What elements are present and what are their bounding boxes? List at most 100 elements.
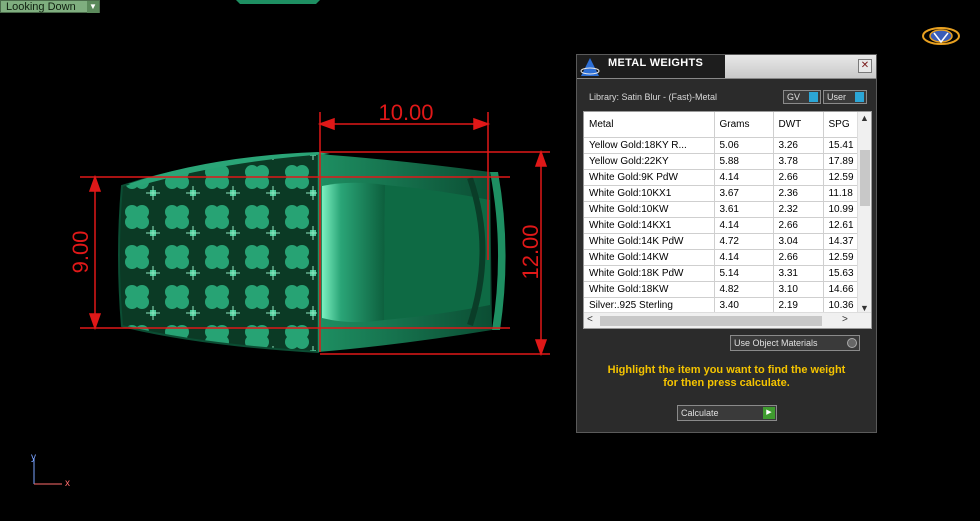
cell-metal[interactable]: White Gold:10KW	[584, 201, 715, 218]
cell-grams[interactable]: 5.14	[714, 265, 774, 282]
table-vertical-scrollbar[interactable]: ▲ ▼	[857, 112, 871, 314]
table-row[interactable]: White Gold:18KW 4.82 3.10 14.66	[584, 281, 860, 298]
app-logo-icon[interactable]	[921, 25, 961, 47]
column-header-grams[interactable]: Grams	[714, 112, 774, 138]
cell-spg[interactable]: 12.59	[823, 169, 860, 186]
cell-dwt[interactable]: 2.66	[773, 169, 824, 186]
close-icon[interactable]: ✕	[858, 59, 872, 73]
scroll-up-icon[interactable]: ▲	[860, 113, 869, 123]
cell-dwt[interactable]: 2.36	[773, 185, 824, 202]
viewport-view-selector[interactable]: Looking Down ▼	[0, 0, 100, 13]
cell-grams[interactable]: 3.61	[714, 201, 774, 218]
cell-metal[interactable]: Yellow Gold:18KY R...	[584, 137, 715, 154]
cell-spg[interactable]: 11.18	[823, 185, 860, 202]
partial-object-top	[236, 0, 320, 4]
cell-spg[interactable]: 15.63	[823, 265, 860, 282]
cell-dwt[interactable]: 2.66	[773, 249, 824, 266]
calculate-button[interactable]: Calculate ▶	[677, 405, 777, 421]
cell-dwt[interactable]: 3.04	[773, 233, 824, 250]
cell-dwt[interactable]: 3.10	[773, 281, 824, 298]
cell-metal[interactable]: Yellow Gold:22KY	[584, 153, 715, 170]
table-row[interactable]: White Gold:18K PdW 5.14 3.31 15.63	[584, 265, 860, 282]
scroll-left-icon[interactable]: <	[587, 314, 593, 325]
cell-spg[interactable]: 14.37	[823, 233, 860, 250]
cell-metal[interactable]: White Gold:14K PdW	[584, 233, 715, 250]
table-row[interactable]: Yellow Gold:22KY 5.88 3.78 17.89	[584, 153, 860, 170]
ring-face-patterned	[119, 154, 318, 352]
cell-dwt[interactable]: 2.19	[773, 297, 824, 314]
dimension-9-label: 9.00	[68, 231, 93, 274]
table-horizontal-scrollbar[interactable]: < >	[584, 312, 871, 328]
user-toggle-label: User	[827, 92, 847, 102]
cell-grams[interactable]: 4.72	[714, 233, 774, 250]
cell-grams[interactable]: 4.14	[714, 249, 774, 266]
panel-app-icon	[580, 58, 600, 76]
table-header-row: Metal Grams DWT SPG	[584, 112, 860, 138]
ring-shank-right	[490, 172, 506, 330]
cell-spg[interactable]: 10.36	[823, 297, 860, 314]
panel-title: METAL WEIGHTS	[608, 57, 704, 69]
table-row[interactable]: White Gold:14KX1 4.14 2.66 12.61	[584, 217, 860, 234]
play-icon[interactable]: ▶	[763, 407, 775, 419]
cell-dwt[interactable]: 3.31	[773, 265, 824, 282]
axis-x-label: x	[65, 478, 70, 489]
library-label: Library: Satin Blur - (Fast)-Metal	[589, 92, 718, 102]
vertical-scroll-thumb[interactable]	[860, 150, 870, 206]
dimension-10-label: 10.00	[378, 100, 433, 125]
metal-weights-table[interactable]: Metal Grams DWT SPG Yellow Gold:18KY R..…	[583, 111, 872, 329]
viewport-view-label: Looking Down	[6, 1, 76, 13]
cell-dwt[interactable]: 2.32	[773, 201, 824, 218]
table-row[interactable]: White Gold:14K PdW 4.72 3.04 14.37	[584, 233, 860, 250]
table-row[interactable]: White Gold:9K PdW 4.14 2.66 12.59	[584, 169, 860, 186]
cell-grams[interactable]: 5.88	[714, 153, 774, 170]
gv-toggle-label: GV	[787, 92, 801, 102]
cell-dwt[interactable]: 2.66	[773, 217, 824, 234]
cell-metal[interactable]: White Gold:9K PdW	[584, 169, 715, 186]
use-object-materials-label: Use Object Materials	[734, 338, 818, 348]
viewport-dropdown-icon[interactable]: ▼	[87, 1, 99, 13]
radio-icon[interactable]	[847, 338, 857, 348]
cell-spg[interactable]: 17.89	[823, 153, 860, 170]
cell-spg[interactable]: 14.66	[823, 281, 860, 298]
column-header-metal[interactable]: Metal	[584, 112, 715, 138]
cell-spg[interactable]: 12.59	[823, 249, 860, 266]
instruction-line-1: Highlight the item you want to find the …	[607, 364, 846, 376]
panel-titlebar[interactable]: METAL WEIGHTS ✕	[577, 55, 876, 79]
cell-metal[interactable]: White Gold:18K PdW	[584, 265, 715, 282]
horizontal-scroll-thumb[interactable]	[600, 316, 822, 326]
column-header-dwt[interactable]: DWT	[773, 112, 824, 138]
cell-metal[interactable]: White Gold:10KX1	[584, 185, 715, 202]
table-row[interactable]: Yellow Gold:18KY R... 5.06 3.26 15.41	[584, 137, 860, 154]
user-toggle[interactable]: User	[823, 90, 867, 104]
cell-dwt[interactable]: 3.26	[773, 137, 824, 154]
gv-toggle[interactable]: GV	[783, 90, 821, 104]
instruction-line-2: for then press calculate.	[663, 377, 790, 389]
table-row[interactable]: White Gold:14KW 4.14 2.66 12.59	[584, 249, 860, 266]
table-row[interactable]: White Gold:10KX1 3.67 2.36 11.18	[584, 185, 860, 202]
cell-metal[interactable]: White Gold:14KW	[584, 249, 715, 266]
cell-spg[interactable]: 15.41	[823, 137, 860, 154]
cell-spg[interactable]: 10.99	[823, 201, 860, 218]
table-row[interactable]: White Gold:10KW 3.61 2.32 10.99	[584, 201, 860, 218]
toggle-knob-icon	[809, 92, 818, 102]
dimension-12-label: 12.00	[518, 224, 543, 279]
cell-metal[interactable]: White Gold:18KW	[584, 281, 715, 298]
cell-grams[interactable]: 3.67	[714, 185, 774, 202]
cell-spg[interactable]: 12.61	[823, 217, 860, 234]
calculate-label: Calculate	[681, 408, 719, 418]
cell-grams[interactable]: 5.06	[714, 137, 774, 154]
cell-grams[interactable]: 4.14	[714, 169, 774, 186]
table-row[interactable]: Silver:.925 Sterling 3.40 2.19 10.36	[584, 297, 860, 314]
cell-grams[interactable]: 4.82	[714, 281, 774, 298]
ring-inner-surface	[322, 182, 385, 323]
cell-grams[interactable]: 4.14	[714, 217, 774, 234]
axis-y-label: y	[31, 452, 36, 463]
cell-dwt[interactable]: 3.78	[773, 153, 824, 170]
cell-metal[interactable]: Silver:.925 Sterling	[584, 297, 715, 314]
cell-grams[interactable]: 3.40	[714, 297, 774, 314]
use-object-materials-toggle[interactable]: Use Object Materials	[730, 335, 860, 351]
column-header-spg[interactable]: SPG	[823, 112, 860, 138]
scroll-right-icon[interactable]: >	[842, 314, 848, 325]
cell-metal[interactable]: White Gold:14KX1	[584, 217, 715, 234]
toggle-knob-icon	[855, 92, 864, 102]
